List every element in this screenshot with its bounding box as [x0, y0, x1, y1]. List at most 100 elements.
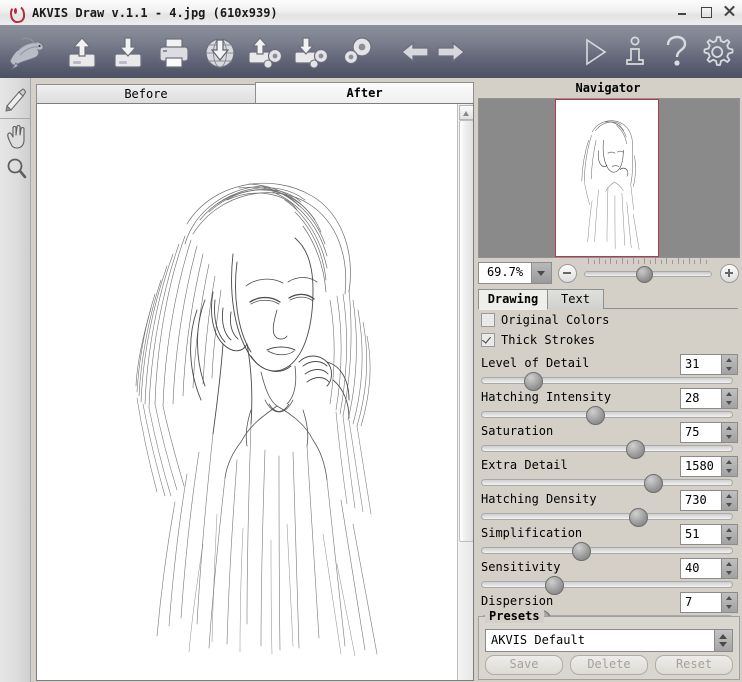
zoom-slider-thumb[interactable]	[636, 266, 653, 283]
spinner-arrows[interactable]	[721, 423, 737, 442]
param-value[interactable]: 40	[681, 559, 719, 578]
zoom-tick	[705, 260, 707, 264]
run-play-icon[interactable]	[572, 31, 616, 73]
close-button[interactable]	[722, 4, 736, 18]
param-slider-track[interactable]	[481, 377, 733, 384]
preset-combobox[interactable]: AKVIS Default	[485, 629, 733, 652]
save-image-icon[interactable]	[106, 31, 150, 73]
param-spinbox[interactable]: 51	[680, 524, 738, 545]
zoom-tick	[627, 260, 629, 264]
param-simplification: Simplification 51	[478, 524, 738, 561]
param-value[interactable]: 1580	[681, 457, 719, 476]
zoom-tick	[604, 260, 606, 264]
tab-after[interactable]: After	[255, 82, 474, 105]
param-label: Saturation	[481, 424, 554, 438]
import-settings-icon[interactable]	[244, 31, 288, 73]
scroll-up-arrow[interactable]	[459, 105, 473, 120]
settings-gear-icon[interactable]	[695, 31, 739, 73]
history-brush-tool[interactable]	[3, 84, 29, 114]
minimize-button[interactable]	[676, 4, 690, 18]
param-hatching-intensity: Hatching Intensity 28	[478, 388, 738, 425]
navigator-viewport-rect[interactable]	[555, 99, 659, 257]
open-image-icon[interactable]	[60, 31, 104, 73]
maximize-button[interactable]	[699, 4, 713, 18]
main-toolbar	[0, 25, 742, 79]
spinner-arrows[interactable]	[721, 389, 737, 408]
zoom-tick	[616, 260, 617, 264]
param-value[interactable]: 31	[681, 355, 719, 374]
zoom-tick	[677, 258, 679, 264]
param-slider-track[interactable]	[481, 581, 733, 588]
spinner-arrows[interactable]	[721, 457, 737, 476]
chevron-down-icon[interactable]	[531, 263, 551, 283]
param-spinbox[interactable]: 7	[680, 592, 738, 613]
akvis-draw-window: AKVIS Draw v.1.1 - 4.jpg (610x939) Befor…	[0, 0, 742, 682]
zoom-tick	[666, 258, 668, 264]
spinner-arrows[interactable]	[721, 491, 737, 510]
delete-preset-button[interactable]: Delete	[570, 655, 648, 675]
preset-spinner-arrows[interactable]	[714, 630, 732, 651]
param-spinbox[interactable]: 75	[680, 422, 738, 443]
spinner-arrows[interactable]	[721, 559, 737, 578]
param-label: Simplification	[481, 526, 583, 540]
export-settings-icon[interactable]	[290, 31, 334, 73]
param-spinbox[interactable]: 40	[680, 558, 738, 579]
param-spinbox[interactable]: 31	[680, 354, 738, 375]
scroll-thumb[interactable]	[459, 120, 473, 542]
param-value[interactable]: 75	[681, 423, 719, 442]
param-slider-track[interactable]	[481, 479, 733, 486]
tab-drawing[interactable]: Drawing	[478, 289, 548, 310]
zoom-tool[interactable]	[3, 154, 29, 184]
akvis-bird-logo	[4, 31, 48, 73]
param-spinbox[interactable]: 730	[680, 490, 738, 511]
param-value[interactable]: 7	[681, 593, 719, 612]
spinner-arrows[interactable]	[721, 525, 737, 544]
param-slider-track[interactable]	[481, 411, 733, 418]
zoom-out-button[interactable]	[558, 264, 577, 283]
param-saturation: Saturation 75	[478, 422, 738, 459]
help-question-icon[interactable]	[654, 31, 698, 73]
param-sensitivity: Sensitivity 40	[478, 558, 738, 595]
spinner-arrows[interactable]	[721, 593, 737, 612]
zoom-tick	[588, 258, 589, 264]
zoom-level-combobox[interactable]: 69.7%	[478, 262, 552, 284]
param-level-of-detail: Level of Detail 31	[478, 354, 738, 391]
preferences-gears-icon[interactable]	[336, 31, 380, 73]
checkbox-label: Original Colors	[501, 313, 610, 327]
publish-web-icon[interactable]	[198, 31, 242, 73]
tab-text[interactable]: Text	[547, 289, 604, 309]
checkbox-box[interactable]	[481, 313, 495, 327]
param-value[interactable]: 51	[681, 525, 719, 544]
param-slider-track[interactable]	[481, 513, 733, 520]
param-value[interactable]: 28	[681, 389, 719, 408]
about-info-icon[interactable]	[613, 31, 657, 73]
zoom-tick	[610, 258, 612, 264]
preset-selected-value: AKVIS Default	[491, 633, 585, 647]
hand-tool[interactable]	[3, 122, 29, 152]
navigator-preview[interactable]	[478, 98, 740, 258]
param-spinbox[interactable]: 28	[680, 388, 738, 409]
param-spinbox[interactable]: 1580	[680, 456, 738, 477]
zoom-tick	[621, 258, 623, 264]
zoom-slider[interactable]	[584, 258, 712, 283]
checkbox-thick-strokes[interactable]: Thick Strokes	[481, 332, 595, 348]
zoom-in-button[interactable]	[720, 264, 739, 283]
zoom-slider-ticks	[584, 256, 712, 264]
checkbox-original-colors[interactable]: Original Colors	[481, 312, 609, 328]
zoom-controls: 69.7%	[478, 258, 739, 286]
zoom-tick	[672, 260, 673, 264]
zoom-tick	[660, 260, 662, 264]
save-preset-button[interactable]: Save	[485, 655, 563, 675]
param-slider-track[interactable]	[481, 445, 733, 452]
reset-preset-button[interactable]: Reset	[655, 655, 733, 675]
vertical-scrollbar[interactable]	[457, 104, 473, 680]
sketch-image[interactable]	[37, 104, 457, 680]
param-slider-track[interactable]	[481, 547, 733, 554]
zoom-tick	[599, 258, 601, 264]
param-value[interactable]: 730	[681, 491, 719, 510]
spinner-arrows[interactable]	[721, 355, 737, 374]
checkbox-box[interactable]	[481, 333, 495, 347]
print-image-icon[interactable]	[152, 31, 196, 73]
redo-arrow-icon[interactable]	[428, 31, 472, 73]
tab-before[interactable]: Before	[36, 84, 256, 105]
